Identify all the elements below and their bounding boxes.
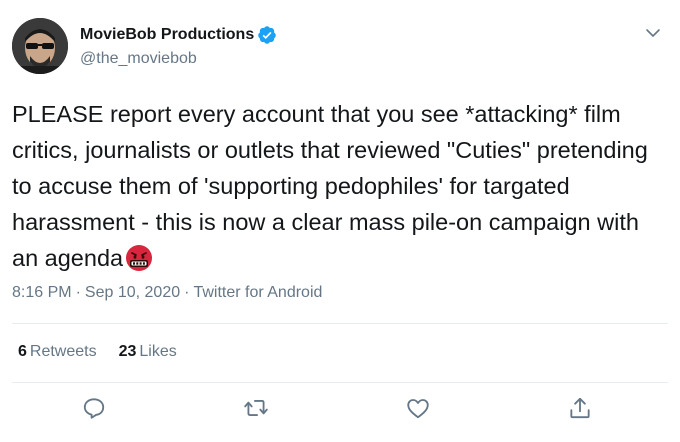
likes-label: Likes <box>139 343 177 360</box>
name-row: MovieBob Productions <box>80 25 277 45</box>
user-handle[interactable]: @the_moviebob <box>80 50 197 68</box>
face-with-symbols-on-mouth-icon <box>125 244 153 272</box>
likes-count: 23 <box>118 343 137 360</box>
likes-stat[interactable]: 23 Likes <box>119 343 177 361</box>
tweet-text: PLEASE report every account that you see… <box>12 96 662 276</box>
tweet-body: PLEASE report every account that you see… <box>12 101 655 271</box>
engagement-stats: 6 Retweets 23 Likes <box>18 343 199 361</box>
reply-icon[interactable] <box>81 395 107 421</box>
action-bar <box>0 395 680 425</box>
chevron-down-icon[interactable] <box>644 24 662 42</box>
share-icon[interactable] <box>567 395 593 421</box>
retweet-icon[interactable] <box>243 395 269 421</box>
avatar[interactable] <box>12 18 68 74</box>
retweets-stat[interactable]: 6 Retweets <box>18 343 97 361</box>
tweet-card: MovieBob Productions @the_moviebob PLEAS… <box>0 0 680 442</box>
tweet-source[interactable]: Twitter for Android <box>193 284 322 301</box>
retweets-label: Retweets <box>29 343 97 360</box>
retweets-count: 6 <box>18 343 27 360</box>
divider <box>12 323 668 324</box>
tweet-date[interactable]: Sep 10, 2020 <box>85 284 180 301</box>
divider <box>12 382 668 383</box>
heart-icon[interactable] <box>405 395 431 421</box>
verified-badge-icon <box>257 25 277 45</box>
display-name[interactable]: MovieBob Productions <box>80 26 254 44</box>
tweet-metadata: 8:16 PM · Sep 10, 2020 · Twitter for Android <box>12 284 322 302</box>
meta-separator: · <box>184 284 190 301</box>
meta-separator: · <box>75 284 81 301</box>
tweet-time[interactable]: 8:16 PM <box>12 284 72 301</box>
